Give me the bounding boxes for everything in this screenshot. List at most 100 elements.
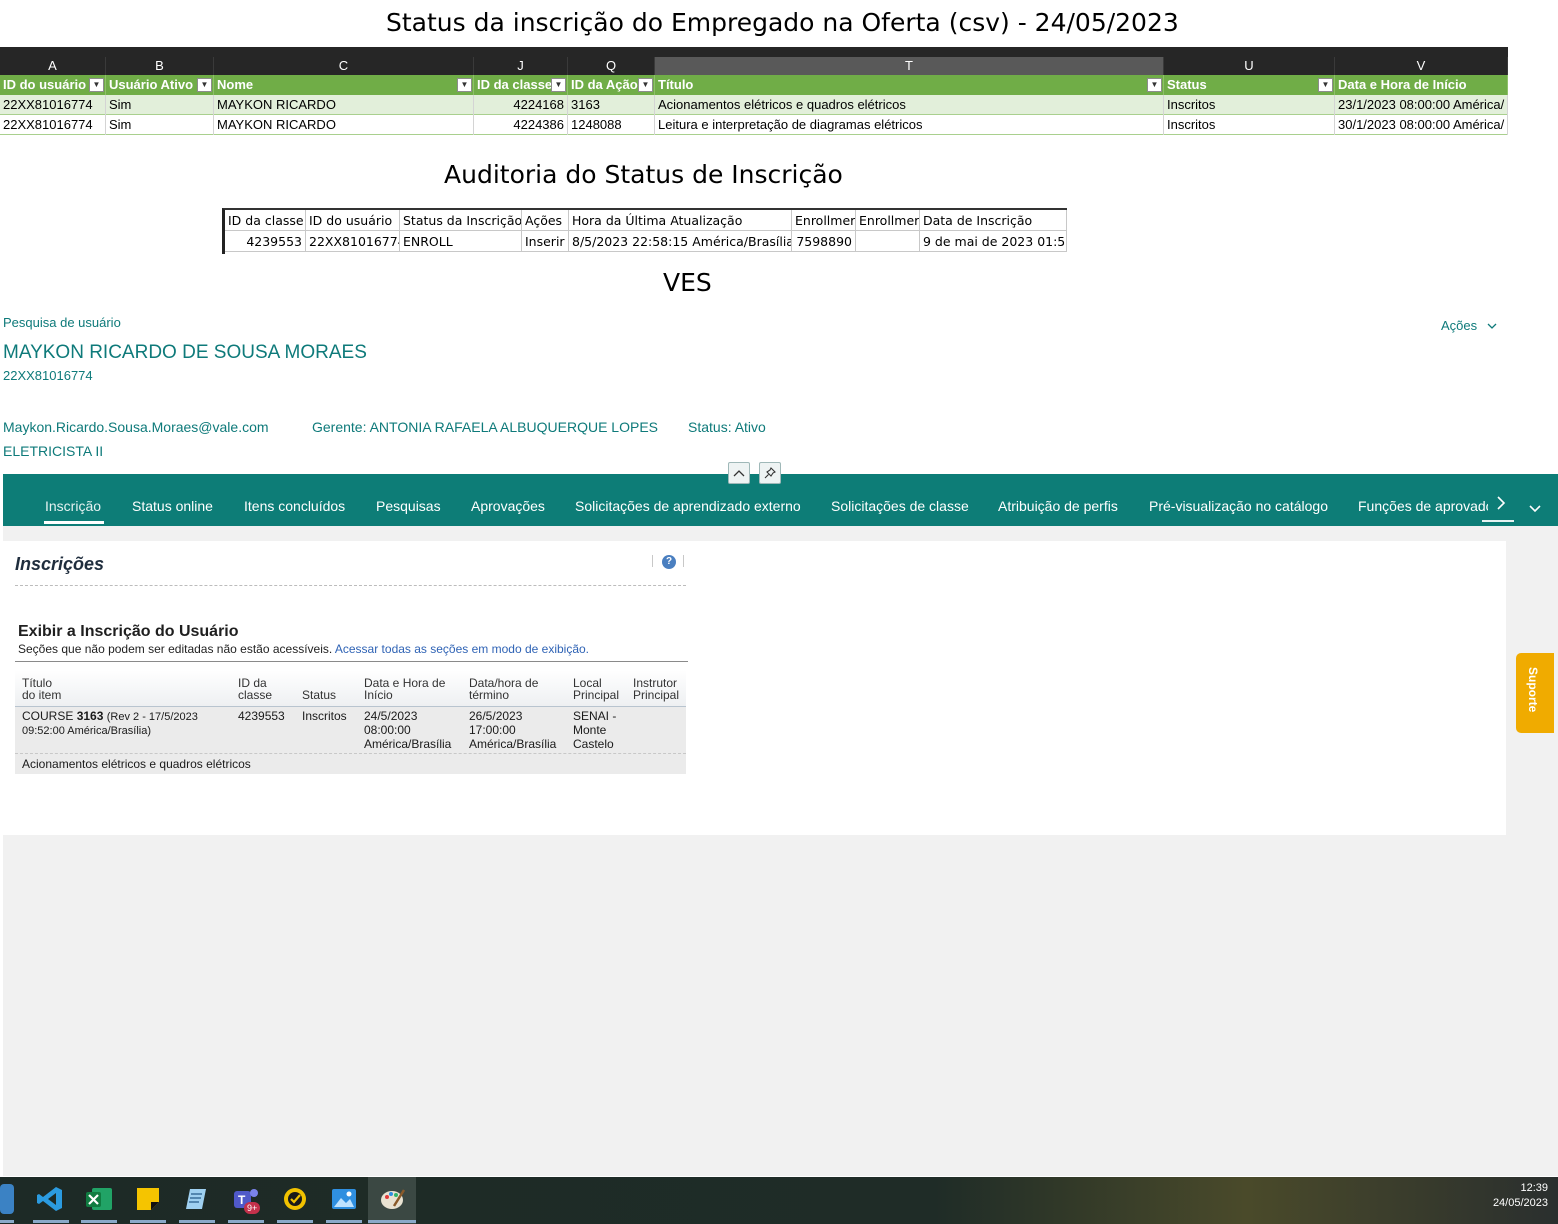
notepad-icon[interactable] bbox=[182, 1184, 212, 1214]
column-letter[interactable]: Q bbox=[568, 57, 655, 75]
active-tab-indicator bbox=[44, 521, 104, 524]
cell[interactable]: Sim bbox=[106, 115, 214, 135]
filter-active-icon[interactable]: ▼ bbox=[89, 78, 104, 92]
sticky-notes-icon[interactable] bbox=[133, 1184, 163, 1214]
column-letter[interactable]: V bbox=[1335, 57, 1508, 75]
running-indicator bbox=[228, 1220, 264, 1223]
running-indicator bbox=[130, 1220, 166, 1223]
chevron-right-icon[interactable] bbox=[1496, 495, 1506, 516]
filter-dropdown-icon[interactable]: ▼ bbox=[551, 78, 566, 92]
tab-status-online[interactable]: Status online bbox=[132, 498, 213, 514]
class-id: 4239553 bbox=[238, 709, 285, 723]
column-letter[interactable]: J bbox=[474, 57, 568, 75]
audit-cell: ENROLL bbox=[400, 231, 522, 252]
clock-date: 24/05/2023 bbox=[1492, 1197, 1548, 1209]
cell[interactable]: Inscritos bbox=[1164, 95, 1335, 115]
cell[interactable]: Inscritos bbox=[1164, 115, 1335, 135]
cell[interactable]: 30/1/2023 08:00:00 América/ bbox=[1335, 115, 1508, 135]
filter-dropdown-icon[interactable]: ▼ bbox=[457, 78, 472, 92]
view-all-sections-link[interactable]: Acessar todas as seções em modo de exibi… bbox=[335, 642, 589, 656]
column-letter[interactable]: C bbox=[214, 57, 474, 75]
norton-icon[interactable] bbox=[280, 1184, 310, 1214]
audit-cell bbox=[856, 231, 920, 252]
audit-header-cell: Data de Inscrição bbox=[920, 210, 1067, 231]
enrollment-header-row: Título do item ID da classe Status Data e … bbox=[15, 670, 686, 707]
tab-overflow-indicator bbox=[1482, 520, 1514, 522]
cell[interactable]: Leitura e interpretação de diagramas elé… bbox=[655, 115, 1164, 135]
tab-inscricao[interactable]: Inscrição bbox=[45, 498, 101, 514]
column-letter[interactable]: U bbox=[1164, 57, 1335, 75]
paint-icon[interactable] bbox=[378, 1184, 408, 1214]
audit-cell: 9 de mai de 2023 01:58 bbox=[920, 231, 1067, 252]
column-letter[interactable]: B bbox=[106, 57, 214, 75]
cell[interactable]: 22XX81016774 bbox=[0, 95, 106, 115]
excel-icon[interactable] bbox=[84, 1184, 114, 1214]
cell[interactable]: Acionamentos elétricos e quadros elétric… bbox=[655, 95, 1164, 115]
user-email[interactable]: Maykon.Ricardo.Sousa.Moraes@vale.com bbox=[3, 419, 269, 435]
running-indicator bbox=[277, 1220, 313, 1223]
divider bbox=[683, 555, 684, 567]
course-title[interactable]: COURSE 3163 (Rev 2 - 17/5/2023 09:52:00 … bbox=[22, 709, 232, 738]
help-icon[interactable]: ? bbox=[662, 555, 676, 569]
user-status: Status: Ativo bbox=[688, 419, 766, 435]
tab-pesquisas[interactable]: Pesquisas bbox=[376, 498, 441, 514]
header-location: Local Principal bbox=[573, 676, 620, 702]
actions-menu[interactable]: Ações bbox=[1441, 318, 1497, 333]
audit-header-cell: ID da classe bbox=[225, 210, 306, 231]
filter-dropdown-icon[interactable]: ▼ bbox=[197, 78, 212, 92]
tab-solicitacoes-aprendizado-externo[interactable]: Solicitações de aprendizado externo bbox=[575, 498, 801, 514]
audit-table: ID da classe ID do usuário Status da Ins… bbox=[222, 208, 1067, 254]
cell[interactable]: 22XX81016774 bbox=[0, 115, 106, 135]
divider bbox=[15, 661, 688, 662]
enrollment-table: Título do item ID da classe Status Data e … bbox=[15, 670, 686, 774]
actions-label: Ações bbox=[1441, 318, 1478, 333]
chevron-down-icon bbox=[1487, 318, 1497, 333]
cell[interactable]: Sim bbox=[106, 95, 214, 115]
pin-header-button[interactable] bbox=[759, 462, 781, 484]
cell[interactable]: 4224168 bbox=[474, 95, 568, 115]
cell[interactable]: MAYKON RICARDO bbox=[214, 115, 474, 135]
photos-icon[interactable] bbox=[329, 1184, 359, 1214]
header-cell[interactable]: Nome bbox=[214, 75, 474, 95]
tab-atribuicao-perfis[interactable]: Atribuição de perfis bbox=[998, 498, 1118, 514]
header-end-date: Data/hora de término bbox=[469, 676, 539, 702]
filter-dropdown-icon[interactable]: ▼ bbox=[638, 78, 653, 92]
audit-header-cell: Ações bbox=[522, 210, 569, 231]
cell[interactable]: MAYKON RICARDO bbox=[214, 95, 474, 115]
running-indicator bbox=[368, 1220, 416, 1223]
support-button[interactable]: Suporte bbox=[1516, 653, 1554, 733]
enrollment-status: Inscritos bbox=[302, 709, 347, 723]
vscode-icon[interactable] bbox=[35, 1184, 65, 1214]
tab-aprovacoes[interactable]: Aprovações bbox=[471, 498, 545, 514]
audit-header-cell: Hora da Última Atualização bbox=[569, 210, 792, 231]
column-letter-selected[interactable]: T bbox=[655, 57, 1164, 75]
tab-pre-visualizacao-catalogo[interactable]: Pré-visualização no catálogo bbox=[1149, 498, 1328, 514]
system-clock[interactable]: 12:39 24/05/2023 bbox=[1493, 1181, 1548, 1211]
audit-section-title: Auditoria do Status de Inscrição bbox=[444, 160, 843, 189]
tab-funcoes-aprovado[interactable]: Funções de aprovado bbox=[1358, 498, 1488, 514]
cell[interactable]: 3163 bbox=[568, 95, 655, 115]
mail-icon[interactable] bbox=[0, 1184, 14, 1214]
breadcrumb[interactable]: Pesquisa de usuário bbox=[3, 315, 121, 330]
running-indicator bbox=[326, 1220, 362, 1223]
chevron-down-icon[interactable] bbox=[1529, 500, 1541, 518]
header-cell[interactable]: Status bbox=[1164, 75, 1335, 95]
audit-cell: Inserir bbox=[522, 231, 569, 252]
collapse-header-button[interactable] bbox=[728, 462, 750, 484]
filter-dropdown-icon[interactable]: ▼ bbox=[1318, 78, 1333, 92]
column-letter[interactable]: A bbox=[0, 57, 106, 75]
view-subtitle: Seções que não podem ser editadas não es… bbox=[18, 642, 589, 656]
cell[interactable]: 23/1/2023 08:00:00 América/ bbox=[1335, 95, 1508, 115]
tab-solicitacoes-classe[interactable]: Solicitações de classe bbox=[831, 498, 969, 514]
tab-itens-concluidos[interactable]: Itens concluídos bbox=[244, 498, 345, 514]
column-letter-bar: A B C J Q T U V bbox=[0, 47, 1508, 75]
cell[interactable]: 4224386 bbox=[474, 115, 568, 135]
filter-dropdown-icon[interactable]: ▼ bbox=[1147, 78, 1162, 92]
cell[interactable]: 1248088 bbox=[568, 115, 655, 135]
header-start-date: Data e Hora de Início bbox=[364, 676, 446, 702]
excel-sheet: A B C J Q T U V ID do usuário ▼ Usuário … bbox=[0, 47, 1508, 140]
header-cell[interactable]: Título bbox=[655, 75, 1164, 95]
audit-header-cell: Enrollmer bbox=[792, 210, 856, 231]
user-manager: Gerente: ANTONIA RAFAELA ALBUQUERQUE LOP… bbox=[312, 419, 658, 435]
header-cell[interactable]: Data e Hora de Início bbox=[1335, 75, 1508, 95]
